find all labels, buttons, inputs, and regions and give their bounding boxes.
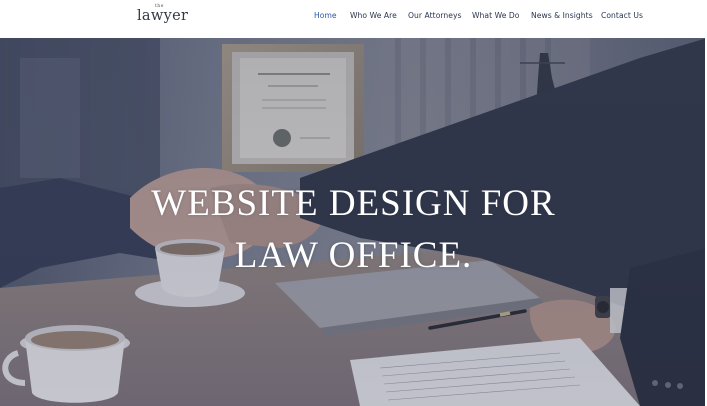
nav-news-insights[interactable]: News & Insights bbox=[531, 11, 593, 20]
nav-home[interactable]: Home bbox=[314, 11, 337, 20]
site-header: the lawyer Home Who We Are Our Attorneys… bbox=[0, 0, 707, 38]
hero-title-line-1: WEBSITE DESIGN FOR bbox=[151, 183, 556, 224]
nav-what-we-do[interactable]: What We Do bbox=[472, 11, 520, 20]
nav-our-attorneys[interactable]: Our Attorneys bbox=[408, 11, 462, 20]
main-nav: Home Who We Are Our Attorneys What We Do… bbox=[0, 11, 707, 23]
nav-contact-us[interactable]: Contact Us bbox=[601, 11, 643, 20]
nav-who-we-are[interactable]: Who We Are bbox=[350, 11, 397, 20]
hero-title-line-2: LAW OFFICE. bbox=[234, 235, 473, 276]
